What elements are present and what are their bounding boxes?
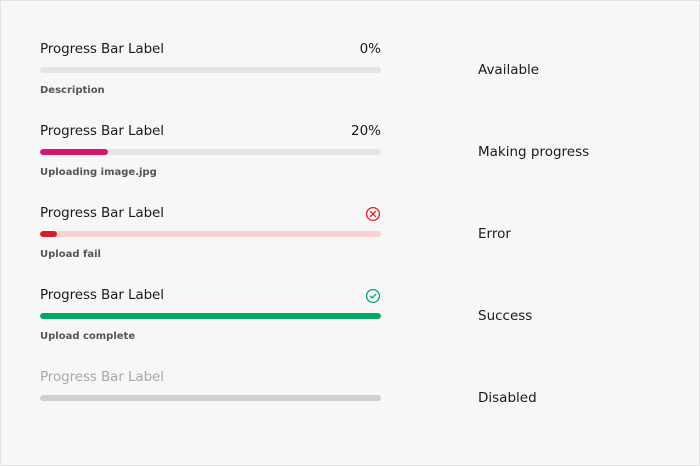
progress-bar-header: Progress Bar Label: [40, 286, 381, 304]
progress-bar-header: Progress Bar Label: [40, 204, 381, 222]
progress-bar-header: Progress Bar Label 20%: [40, 122, 381, 140]
progress-bar-label: Progress Bar Label: [40, 123, 164, 139]
progress-fill: [40, 313, 381, 319]
state-label-success: Success: [478, 308, 533, 324]
progress-track: [40, 395, 381, 401]
progress-percent: 20%: [350, 123, 381, 139]
state-label-making-progress: Making progress: [478, 144, 590, 160]
error-x-circle-icon: [365, 206, 381, 222]
progress-description: Uploading image.jpg: [40, 167, 157, 178]
progress-bar-header: Progress Bar Label 0%: [40, 40, 381, 58]
state-label-error: Error: [478, 226, 511, 242]
progress-track: [40, 67, 381, 73]
progress-bar-label: Progress Bar Label: [40, 287, 164, 303]
progress-track: [40, 313, 381, 319]
progress-bar-header: Progress Bar Label: [40, 368, 381, 386]
state-label-available: Available: [478, 62, 540, 78]
progress-fill: [40, 149, 109, 155]
progress-fill: [40, 231, 58, 237]
success-check-circle-icon: [365, 288, 381, 304]
progress-bar-states-panel: Progress Bar Label 0% Description Availa…: [0, 0, 700, 466]
state-label-disabled: Disabled: [478, 390, 537, 406]
progress-description: Upload fail: [40, 249, 101, 260]
progress-track: [40, 149, 381, 155]
progress-bar-label: Progress Bar Label: [40, 41, 164, 57]
progress-track: [40, 231, 381, 237]
progress-description: Upload complete: [40, 331, 136, 342]
progress-bar-label: Progress Bar Label: [40, 369, 164, 385]
progress-description: Description: [40, 85, 105, 96]
progress-bar-label: Progress Bar Label: [40, 205, 164, 221]
progress-percent: 0%: [359, 41, 381, 57]
